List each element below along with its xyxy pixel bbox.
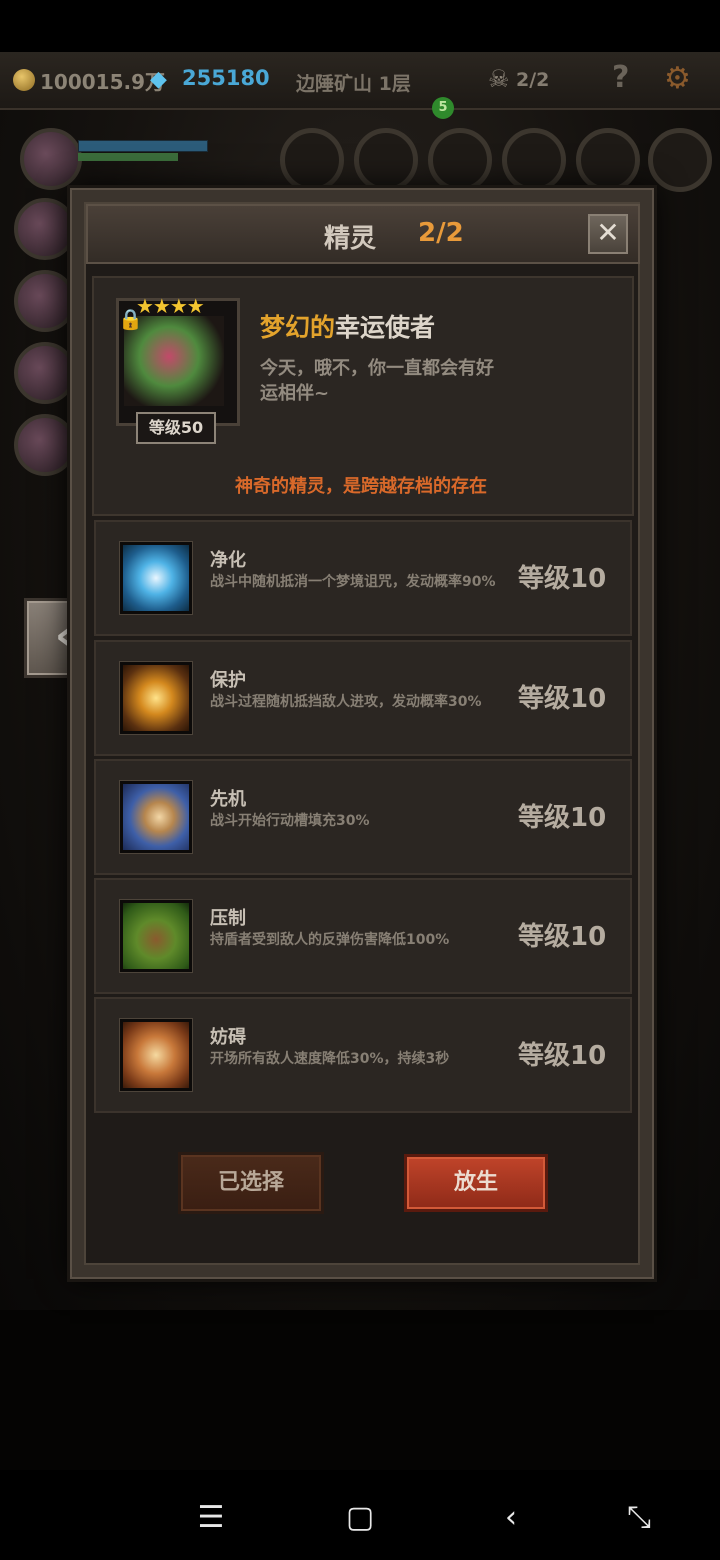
- spirit-name-main: 幸运使者: [335, 313, 436, 342]
- selected-button[interactable]: 已选择: [178, 1152, 324, 1214]
- party-portrait[interactable]: [14, 342, 76, 404]
- skull-icon: ☠: [488, 65, 510, 93]
- skill-description: 战斗开始行动槽填充30%: [210, 813, 370, 829]
- spirit-dialog: 精灵 2/2 ✕ 🔒 ★★★★ 等级50 梦幻的幸运使者 今天，哦不，你一直都会…: [70, 188, 654, 1279]
- back-icon[interactable]: ‹: [491, 1500, 531, 1535]
- home-icon[interactable]: ▢: [340, 1500, 380, 1535]
- skill-row[interactable]: 保护 战斗过程随机抵挡敌人进攻，发动概率30% 等级10: [94, 640, 632, 756]
- skill-row[interactable]: 净化 战斗中随机抵消一个梦境诅咒，发动概率90% 等级10: [94, 520, 632, 636]
- skill-level: 等级10: [518, 1041, 607, 1071]
- status-bar: [0, 0, 720, 52]
- skill-description: 战斗过程随机抵挡敌人进攻，发动概率30%: [210, 694, 482, 710]
- party-portrait[interactable]: [14, 270, 76, 332]
- skill-name: 妨碍: [210, 1027, 246, 1048]
- party-portrait[interactable]: [14, 198, 76, 260]
- chained-boot-icon: [119, 1018, 193, 1092]
- help-button[interactable]: ?: [612, 60, 629, 95]
- hero-energy-bar: [78, 153, 178, 161]
- hero-health-bar: [78, 140, 208, 152]
- party-portrait[interactable]: [14, 414, 76, 476]
- skill-level: 等级10: [518, 564, 607, 594]
- location-label: 边陲矿山 1层: [296, 73, 411, 95]
- skill-level: 等级10: [518, 922, 607, 952]
- leopard-icon: [119, 780, 193, 854]
- skill-name: 净化: [210, 550, 246, 571]
- gold-amount: 100015.9万: [40, 70, 166, 94]
- dialog-count: 2/2: [418, 218, 464, 248]
- close-button[interactable]: ✕: [588, 214, 628, 254]
- shield-fairy-icon: [119, 661, 193, 735]
- skill-description: 开场所有敌人速度降低30%，持续3秒: [210, 1051, 450, 1067]
- skill-name: 保护: [210, 670, 246, 691]
- equipment-slot[interactable]: [354, 128, 418, 192]
- skill-level: 等级10: [518, 803, 607, 833]
- equipment-slot[interactable]: [648, 128, 712, 192]
- gem-amount: 255180: [182, 66, 270, 90]
- spirit-name: 梦幻的幸运使者: [260, 308, 435, 344]
- notification-badge: 5: [432, 97, 454, 119]
- star-rating: ★★★★: [136, 294, 205, 318]
- skill-name: 压制: [210, 908, 246, 929]
- skull-count: 2/2: [516, 69, 550, 91]
- release-button[interactable]: 放生: [404, 1154, 548, 1212]
- dialog-title: 精灵: [324, 224, 377, 254]
- equipment-slot[interactable]: [280, 128, 344, 192]
- skill-level: 等级10: [518, 684, 607, 714]
- settings-gear-icon[interactable]: ⚙: [664, 61, 691, 96]
- skill-name: 先机: [210, 789, 246, 810]
- flower-icon: [119, 541, 193, 615]
- hero-portrait[interactable]: [20, 128, 82, 190]
- skill-description: 持盾者受到敌人的反弹伤害降低100%: [210, 932, 450, 948]
- skill-row[interactable]: 先机 战斗开始行动槽填充30% 等级10: [94, 759, 632, 875]
- system-nav-bar: ☰ ▢ ‹ ⤡: [0, 1470, 720, 1560]
- spirit-description: 今天，哦不，你一直都会有好运相伴~: [260, 358, 494, 404]
- diamond-icon: ◆: [150, 67, 167, 92]
- equipment-slot[interactable]: [576, 128, 640, 192]
- spirit-level: 等级50: [136, 412, 216, 444]
- spirit-name-prefix: 梦幻的: [260, 313, 336, 342]
- coin-icon: [13, 69, 35, 91]
- skill-row[interactable]: 压制 持盾者受到敌人的反弹伤害降低100% 等级10: [94, 878, 632, 994]
- claw-icon: [119, 899, 193, 973]
- menu-icon[interactable]: ☰: [191, 1500, 231, 1535]
- skill-row[interactable]: 妨碍 开场所有敌人速度降低30%，持续3秒 等级10: [94, 997, 632, 1113]
- top-hud: 100015.9万 ◆ 255180 边陲矿山 1层 ☠ 2/2 ? ⚙: [0, 52, 720, 110]
- skill-description: 战斗中随机抵消一个梦境诅咒，发动概率90%: [210, 574, 496, 590]
- equipment-slot[interactable]: [502, 128, 566, 192]
- spirit-note: 神奇的精灵，是跨越存档的存在: [235, 476, 487, 497]
- equipment-slot[interactable]: [428, 128, 492, 192]
- rotate-icon[interactable]: ⤡: [619, 1500, 659, 1535]
